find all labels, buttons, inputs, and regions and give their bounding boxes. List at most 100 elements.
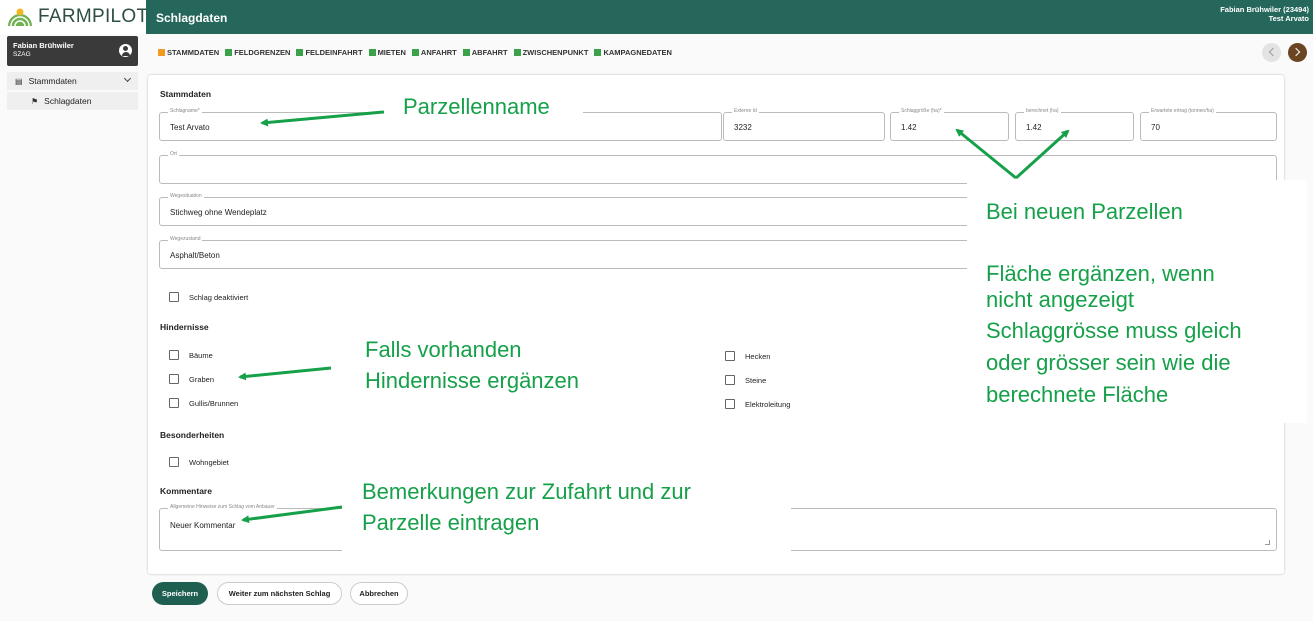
header-user[interactable]: Fabian Brühwiler (23494) Test Arvato [1220,5,1309,23]
tab-marker [368,49,376,56]
next-button[interactable] [1288,43,1307,62]
sidebar-item-stammdaten[interactable]: ▤ Stammdaten [7,72,138,90]
section-title-stammdaten: Stammdaten [160,89,212,99]
tab-mieten[interactable]: MIETEN [368,48,406,57]
checkbox-icon[interactable] [725,351,735,361]
checkbox-icon[interactable] [169,374,179,384]
annotation-flaeche-line5: berechnete Fläche [986,382,1169,407]
tab-label: FELDEINFAHRT [305,48,363,57]
farmpilot-logo-icon [6,6,34,28]
checkbox-baeume[interactable]: Bäume [169,350,213,360]
top-header: Schlagdaten Fabian Brühwiler (23494) Tes… [146,0,1313,34]
tab-marker [296,49,304,56]
checkbox-wohngebiet[interactable]: Wohngebiet [169,457,229,467]
field-label: Ort [168,151,179,157]
annotation-flaeche-line3: Schlaggrösse muss gleich [986,318,1242,343]
schlaggroesse-field[interactable]: Schlaggröße (ha)* 1.42 [890,108,1009,141]
checkbox-label: Steine [745,375,767,385]
checkbox-icon[interactable] [169,292,179,302]
annotation-neue-parzellen: Bei neuen Parzellen [986,199,1183,224]
tab-label: MIETEN [377,48,406,57]
annotation-bemerkungen-line2: Parzelle eintragen [362,510,540,535]
checkbox-icon[interactable] [169,350,179,360]
tab-label: KAMPAGNEDATEN [603,48,672,57]
next-field-button[interactable]: Weiter zum nächsten Schlag [217,582,342,605]
tab-kampagnedaten[interactable]: KAMPAGNEDATEN [594,48,672,57]
checkbox-label: Hecken [745,351,771,361]
field-value: 70 [1151,123,1160,132]
tab-anfahrt[interactable]: ANFAHRT [411,48,457,57]
checkbox-icon[interactable] [725,375,735,385]
cancel-button[interactable]: Abbrechen [350,582,408,605]
annotation-flaeche-line1: Fläche ergänzen, wenn [986,261,1215,286]
chevron-down-icon [123,74,132,83]
checkbox-hecken[interactable]: Hecken [725,351,770,361]
field-label: Erwartete ertrag (tonnen/ha) [1149,108,1216,114]
user-org: SZAG [13,51,31,58]
tab-label: STAMMDATEN [167,48,220,57]
flag-icon: ⚑ [31,96,39,106]
header-user-field: Test Arvato [1268,14,1309,23]
annotation-parzellenname: Parzellenname [403,94,550,119]
sidebar-item-schlagdaten[interactable]: ⚑ Schlagdaten [7,92,138,110]
tab-zwischenpunkt[interactable]: ZWISCHENPUNKT [513,48,589,57]
field-value: Asphalt/Beton [170,251,220,260]
chevron-left-icon [1268,47,1278,57]
tab-bar: STAMMDATEN FELDGRENZEN FELDEINFAHRT MIET… [158,48,678,57]
user-box[interactable]: Fabian Brühwiler SZAG [7,36,138,66]
checkbox-elektroleitung[interactable]: Elektroleitung [725,399,790,409]
logo[interactable]: FARMPILOT [0,0,148,34]
previous-button[interactable] [1262,43,1281,62]
checkbox-icon[interactable] [169,398,179,408]
annotation-flaeche-line2: nicht angezeigt [986,287,1134,312]
schlag-deaktiviert-checkbox[interactable]: Schlag deaktiviert [169,292,248,302]
field-label: Schlaggröße (ha)* [899,108,944,114]
tab-marker [411,49,419,56]
tab-feldeinfahrt[interactable]: FELDEINFAHRT [296,48,363,57]
field-label: Wegesituation [168,193,204,199]
account-icon[interactable] [119,44,132,57]
save-button[interactable]: Speichern [152,582,208,605]
resize-handle-icon[interactable] [1265,540,1270,545]
tab-stammdaten[interactable]: STAMMDATEN [158,48,219,57]
checkbox-gullis[interactable]: Gullis/Brunnen [169,398,238,408]
field-value: Test Arvato [170,123,210,132]
field-label: Externe Id [732,108,759,114]
tab-label: ANFAHRT [420,48,457,57]
tab-label: FELDGRENZEN [234,48,291,57]
checkbox-label: Schlag deaktiviert [189,292,249,302]
annotation-bemerkungen-line1: Bemerkungen zur Zufahrt und zur [362,479,691,504]
checkbox-icon[interactable] [725,399,735,409]
ertrag-field[interactable]: Erwartete ertrag (tonnen/ha) 70 [1140,108,1277,141]
checkbox-graben[interactable]: Graben [169,374,214,384]
checkbox-icon[interactable] [169,457,179,467]
tab-abfahrt[interactable]: ABFAHRT [462,48,508,57]
field-value: 3232 [734,123,752,132]
field-value: Stichweg ohne Wendeplatz [170,208,267,217]
checkbox-label: Elektroleitung [745,399,791,409]
field-label: Wegezustand [168,236,203,242]
page-title: Schlagdaten [156,11,228,25]
berechnet-field[interactable]: berechnet (ha) 1.42 [1015,108,1134,141]
section-title-hindernisse: Hindernisse [160,322,209,332]
book-icon: ▤ [15,76,23,86]
checkbox-label: Graben [189,374,215,384]
checkbox-steine[interactable]: Steine [725,375,766,385]
tab-marker [513,49,521,56]
tab-feldgrenzen[interactable]: FELDGRENZEN [225,48,290,57]
field-value: 1.42 [901,123,917,132]
field-label: berechnet (ha) [1024,108,1061,114]
tab-label: ZWISCHENPUNKT [522,48,589,57]
chevron-right-icon [1291,47,1301,57]
header-user-name: Fabian Brühwiler (23494) [1220,5,1309,14]
section-title-kommentare: Kommentare [160,486,212,496]
app: FARMPILOT Fabian Brühwiler SZAG ▤ Stammd… [0,0,1313,621]
checkbox-label: Wohngebiet [189,457,229,467]
tab-marker [158,49,165,56]
field-value: Neuer Kommentar [170,521,236,530]
checkbox-label: Bäume [189,350,213,360]
sidebar-item-label: Stammdaten [28,76,77,86]
field-value: 1.42 [1026,123,1042,132]
tab-marker [462,49,470,56]
externe-id-field[interactable]: Externe Id 3232 [723,108,885,141]
